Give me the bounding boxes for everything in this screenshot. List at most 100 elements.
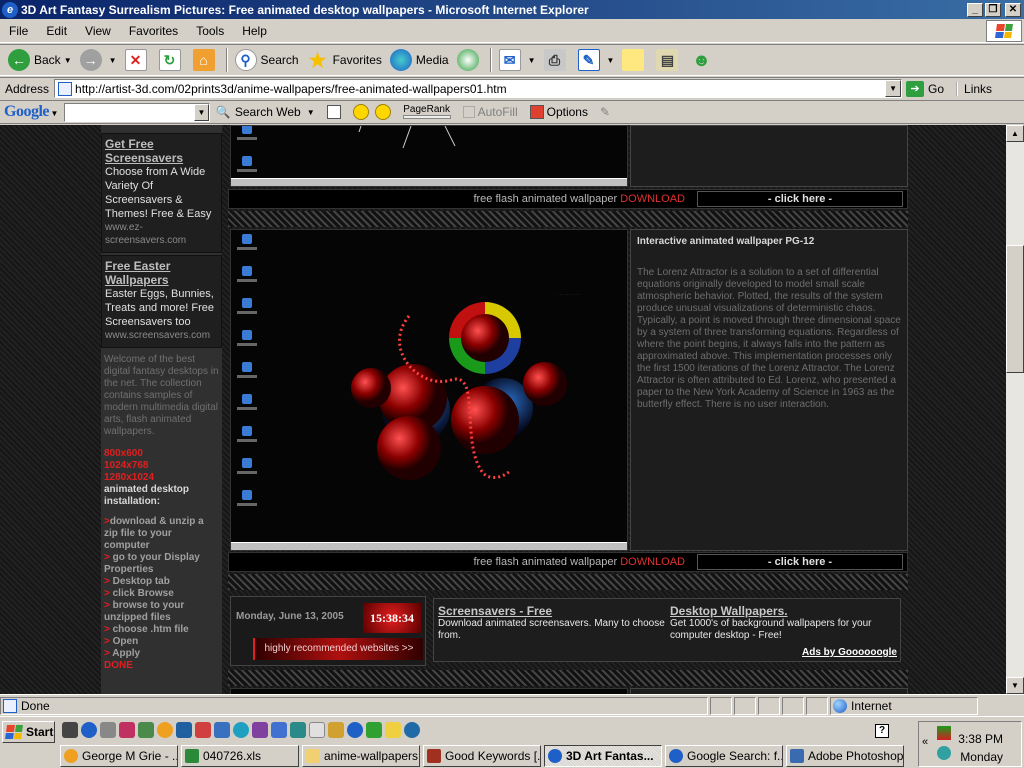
- tray-network-icon[interactable]: [937, 746, 951, 760]
- tray-chevron-icon[interactable]: «: [922, 736, 928, 748]
- news-button[interactable]: [321, 105, 347, 119]
- highlight-pen-icon[interactable]: ✎: [600, 105, 610, 119]
- forward-dropdown-icon[interactable]: ▼: [109, 56, 117, 65]
- wallpaper-preview[interactable]: · · · · · · · · · ·: [230, 229, 628, 551]
- task-button-active[interactable]: 3D Art Fantas...: [544, 745, 662, 767]
- address-dropdown-icon[interactable]: ▼: [885, 80, 902, 97]
- web-content[interactable]: Get Free Screensavers Choose from A Wide…: [0, 125, 1006, 694]
- task-button[interactable]: 040726.xls: [181, 745, 299, 767]
- promo-heading[interactable]: Get Free Screensavers: [105, 137, 218, 165]
- scroll-up-button[interactable]: ▲: [1006, 125, 1024, 142]
- go-button[interactable]: ➔ Go: [906, 80, 944, 97]
- tray-meter-icon[interactable]: [937, 726, 951, 740]
- app-icon[interactable]: [290, 722, 306, 738]
- ads-by-google-link[interactable]: Ads by Goooooogle: [802, 647, 897, 658]
- app-icon[interactable]: [157, 722, 173, 738]
- history-button[interactable]: [453, 46, 487, 74]
- app-icon[interactable]: [366, 722, 382, 738]
- google-search-dropdown-icon[interactable]: ▼: [193, 103, 209, 121]
- messenger-button[interactable]: ☻: [686, 46, 720, 74]
- click-here-button[interactable]: - click here -: [697, 554, 903, 570]
- refresh-button[interactable]: ↻: [155, 46, 189, 74]
- app-icon[interactable]: [233, 722, 249, 738]
- links-button[interactable]: Links: [956, 81, 992, 96]
- menu-edit[interactable]: Edit: [37, 24, 76, 38]
- task-button[interactable]: Good Keywords [...: [423, 745, 541, 767]
- options-button[interactable]: Options: [524, 105, 594, 119]
- tray-day[interactable]: Monday: [960, 750, 1003, 764]
- task-button[interactable]: George M Grie - ...: [60, 745, 178, 767]
- search-web-dropdown-icon[interactable]: ▼: [307, 108, 315, 117]
- wallpaper-preview-previous[interactable]: [230, 125, 628, 187]
- title-bar[interactable]: e 3D Art Fantasy Surrealism Pictures: Fr…: [0, 0, 1024, 19]
- app-icon[interactable]: [214, 722, 230, 738]
- task-button[interactable]: Adobe Photoshop: [786, 745, 904, 767]
- ad-title[interactable]: Desktop Wallpapers.: [670, 604, 898, 618]
- task-button[interactable]: Google Search: f...: [665, 745, 783, 767]
- vote-sad-icon[interactable]: [374, 104, 391, 120]
- start-button[interactable]: Start: [2, 721, 55, 743]
- promo-url[interactable]: www.screensavers.com: [105, 329, 218, 342]
- media-button[interactable]: Media: [386, 46, 453, 74]
- resolution-800[interactable]: 800x600: [104, 448, 219, 460]
- resolution-1024[interactable]: 1024x768: [104, 460, 219, 472]
- stop-button[interactable]: ✕: [121, 46, 155, 74]
- address-url[interactable]: http://artist-3d.com/02prints3d/anime-wa…: [75, 82, 507, 96]
- ad-desktop-wallpapers[interactable]: Desktop Wallpapers. Get 1000's of backgr…: [670, 604, 898, 642]
- search-button[interactable]: ⚲ Search: [231, 46, 303, 74]
- menu-view[interactable]: View: [76, 24, 120, 38]
- home-button[interactable]: ⌂: [189, 46, 223, 74]
- app-icon[interactable]: [404, 722, 420, 738]
- task-button[interactable]: anime-wallpapers: [302, 745, 420, 767]
- edit-dropdown-icon[interactable]: ▼: [607, 56, 615, 65]
- app-icon[interactable]: [328, 722, 344, 738]
- menu-help[interactable]: Help: [233, 24, 276, 38]
- autofill-button[interactable]: AutoFill: [457, 105, 524, 119]
- app-icon[interactable]: [195, 722, 211, 738]
- menu-tools[interactable]: Tools: [187, 24, 233, 38]
- mail-dropdown-icon[interactable]: ▼: [528, 56, 536, 65]
- menu-file[interactable]: File: [0, 24, 37, 38]
- click-here-button[interactable]: - click here -: [697, 191, 903, 207]
- ad-title[interactable]: Screensavers - Free: [438, 604, 666, 618]
- ad-screensavers[interactable]: Screensavers - Free Download animated sc…: [438, 604, 666, 642]
- cmd-icon[interactable]: [62, 722, 78, 738]
- back-button[interactable]: ← Back ▼: [4, 46, 76, 74]
- resolution-1280[interactable]: 1280x1024: [104, 472, 219, 484]
- menu-favorites[interactable]: Favorites: [120, 24, 187, 38]
- google-logo[interactable]: Google ▼: [0, 103, 62, 121]
- search-web-button[interactable]: 🔍 Search Web ▼: [210, 105, 321, 119]
- back-dropdown-icon[interactable]: ▼: [64, 56, 72, 65]
- google-search-input[interactable]: ▼: [63, 102, 210, 122]
- scroll-thumb[interactable]: [1006, 245, 1024, 373]
- promo-easter-wallpapers[interactable]: Free Easter Wallpapers Easter Eggs, Bunn…: [101, 255, 222, 348]
- app-icon[interactable]: [385, 722, 401, 738]
- app-icon[interactable]: [309, 722, 325, 738]
- tray-time[interactable]: 3:38 PM: [958, 732, 1003, 746]
- app-icon[interactable]: [252, 722, 268, 738]
- ie-quick-icon[interactable]: [81, 722, 97, 738]
- edit-button[interactable]: ✎ ▼: [574, 46, 619, 74]
- vote-happy-icon[interactable]: [352, 104, 369, 120]
- download-link[interactable]: DOWNLOAD: [620, 193, 685, 205]
- help-icon[interactable]: ?: [875, 724, 889, 738]
- promo-screensavers[interactable]: Get Free Screensavers Choose from A Wide…: [101, 133, 222, 253]
- print-button[interactable]: ⎙: [540, 46, 574, 74]
- scroll-down-button[interactable]: ▼: [1006, 677, 1024, 694]
- app-icon[interactable]: [271, 722, 287, 738]
- discuss-button[interactable]: [618, 46, 652, 74]
- minimize-button[interactable]: _: [967, 2, 983, 17]
- download-link[interactable]: DOWNLOAD: [620, 556, 685, 568]
- maximize-button[interactable]: ❐: [985, 2, 1001, 17]
- pagerank-indicator[interactable]: PageRank: [397, 105, 457, 119]
- promo-url[interactable]: www.ez-screensavers.com: [105, 221, 218, 247]
- app-icon[interactable]: [176, 722, 192, 738]
- address-input[interactable]: http://artist-3d.com/02prints3d/anime-wa…: [54, 79, 903, 98]
- close-button[interactable]: ✕: [1005, 2, 1021, 17]
- forward-button[interactable]: → ▼: [76, 46, 121, 74]
- vertical-scrollbar[interactable]: ▲ ▼: [1006, 125, 1024, 694]
- app-icon[interactable]: [119, 722, 135, 738]
- mail-button[interactable]: ✉ ▼: [495, 46, 540, 74]
- promo-heading[interactable]: Free Easter Wallpapers: [105, 259, 218, 287]
- recommended-websites-link[interactable]: highly recommended websites >>: [253, 638, 423, 660]
